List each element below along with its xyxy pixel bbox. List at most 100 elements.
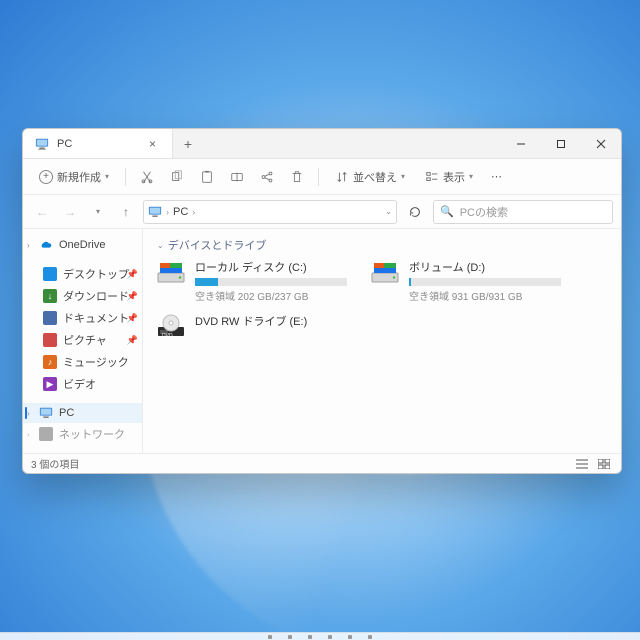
search-box[interactable]: 🔍 PCの検索 <box>433 200 613 224</box>
capacity-bar <box>409 278 561 286</box>
dvd-drive-icon: DVD <box>157 313 187 339</box>
delete-button[interactable] <box>284 166 310 188</box>
toolbar: + 新規作成 ▾ 並べ替え ▾ 表示 ▾ ⋯ <box>23 159 621 195</box>
view-label: 表示 <box>443 169 465 185</box>
drive-item[interactable]: ローカル ディスク (C:) 空き領域 202 GB/237 GB <box>157 259 347 303</box>
nav-label: ミュージック <box>63 354 129 370</box>
explorer-body: › OneDrive デスクトップ 📌 ↓ ダウンロード 📌 ドキュメント 📌 <box>23 229 621 453</box>
drive-free-space: 空き領域 931 GB/931 GB <box>409 288 561 303</box>
new-button[interactable]: + 新規作成 ▾ <box>31 165 117 189</box>
more-icon: ⋯ <box>491 170 502 183</box>
chevron-down-icon: ▾ <box>401 172 405 181</box>
back-button[interactable]: ← <box>31 201 53 223</box>
cut-button[interactable] <box>134 166 160 188</box>
nav-onedrive[interactable]: › OneDrive <box>23 235 142 255</box>
nav-label: ダウンロード <box>63 288 129 304</box>
window-controls <box>501 129 621 158</box>
more-button[interactable]: ⋯ <box>485 166 508 187</box>
nav-label: OneDrive <box>59 239 105 251</box>
nav-label: ピクチャ <box>63 332 107 348</box>
up-button[interactable]: ↑ <box>115 201 137 223</box>
sort-label: 並べ替え <box>353 169 397 185</box>
onedrive-icon <box>39 238 53 252</box>
status-item-count: 3 個の項目 <box>31 456 79 471</box>
chevron-right-icon: › <box>27 241 30 250</box>
music-icon: ♪ <box>43 355 57 369</box>
sort-button[interactable]: 並べ替え ▾ <box>327 165 413 189</box>
forward-button[interactable]: → <box>59 201 81 223</box>
breadcrumb-separator: › <box>192 207 195 217</box>
maximize-button[interactable] <box>541 129 581 159</box>
recent-button[interactable]: ▾ <box>87 201 109 223</box>
drive-name: DVD RW ドライブ (E:) <box>195 313 347 329</box>
new-label: 新規作成 <box>57 169 101 185</box>
view-button[interactable]: 表示 ▾ <box>417 165 481 189</box>
disk-drive-icon <box>157 259 187 285</box>
taskbar[interactable] <box>0 632 640 640</box>
documents-icon <box>43 311 57 325</box>
nav-desktop[interactable]: デスクトップ 📌 <box>23 263 142 285</box>
refresh-button[interactable] <box>403 205 427 219</box>
nav-label: ドキュメント <box>63 310 129 326</box>
chevron-right-icon: › <box>27 430 30 439</box>
plus-icon: + <box>39 170 53 184</box>
drive-item[interactable]: ボリューム (D:) 空き領域 931 GB/931 GB <box>371 259 561 303</box>
address-bar: ← → ▾ ↑ › PC › ⌄ 🔍 PCの検索 <box>23 195 621 229</box>
minimize-button[interactable] <box>501 129 541 159</box>
chevron-down-icon: ▾ <box>96 207 100 216</box>
nav-videos[interactable]: ▶ ビデオ <box>23 373 142 395</box>
breadcrumb[interactable]: › PC › ⌄ <box>143 200 397 224</box>
downloads-icon: ↓ <box>43 289 57 303</box>
svg-text:DVD: DVD <box>162 333 173 339</box>
details-view-button[interactable] <box>573 457 591 471</box>
group-header[interactable]: ⌄ デバイスとドライブ <box>157 237 607 253</box>
chevron-down-icon: ▾ <box>469 172 473 181</box>
breadcrumb-pc[interactable]: PC <box>173 206 188 218</box>
copy-button[interactable] <box>164 166 190 188</box>
nav-downloads[interactable]: ↓ ダウンロード 📌 <box>23 285 142 307</box>
explorer-window: PC × + + 新規作成 ▾ 並べ替え ▾ 表 <box>22 128 622 474</box>
pc-icon <box>148 205 162 219</box>
chevron-right-icon: › <box>27 409 30 418</box>
tab-title: PC <box>57 138 137 150</box>
chevron-down-icon: ▾ <box>105 172 109 181</box>
nav-pc[interactable]: › PC <box>23 403 142 423</box>
rename-button[interactable] <box>224 166 250 188</box>
chevron-down-icon[interactable]: ⌄ <box>385 207 392 216</box>
pin-icon: 📌 <box>127 335 138 346</box>
nav-documents[interactable]: ドキュメント 📌 <box>23 307 142 329</box>
tab-close-button[interactable]: × <box>145 137 160 151</box>
thumbnail-view-button[interactable] <box>595 457 613 471</box>
drive-name: ボリューム (D:) <box>409 259 561 275</box>
pin-icon: 📌 <box>127 269 138 280</box>
status-bar: 3 個の項目 <box>23 453 621 473</box>
drive-name: ローカル ディスク (C:) <box>195 259 347 275</box>
nav-music[interactable]: ♪ ミュージック <box>23 351 142 373</box>
pin-icon: 📌 <box>127 313 138 324</box>
new-tab-button[interactable]: + <box>173 129 203 158</box>
paste-button[interactable] <box>194 166 220 188</box>
close-window-button[interactable] <box>581 129 621 159</box>
drive-item[interactable]: DVD DVD RW ドライブ (E:) <box>157 313 347 339</box>
drive-free-space: 空き領域 202 GB/237 GB <box>195 288 347 303</box>
search-icon: 🔍 <box>440 205 454 218</box>
breadcrumb-separator: › <box>166 207 169 217</box>
pin-icon: 📌 <box>127 291 138 302</box>
view-icon <box>425 170 439 184</box>
nav-label: ビデオ <box>63 376 96 392</box>
disk-drive-icon <box>371 259 401 285</box>
share-button[interactable] <box>254 166 280 188</box>
nav-pictures[interactable]: ピクチャ 📌 <box>23 329 142 351</box>
tab-pc[interactable]: PC × <box>23 129 173 158</box>
pictures-icon <box>43 333 57 347</box>
nav-label: デスクトップ <box>63 266 129 282</box>
navigation-pane: › OneDrive デスクトップ 📌 ↓ ダウンロード 📌 ドキュメント 📌 <box>23 229 143 453</box>
nav-network[interactable]: › ネットワーク <box>23 423 142 445</box>
nav-label: ネットワーク <box>59 426 125 442</box>
capacity-bar <box>195 278 347 286</box>
nav-label: PC <box>59 407 74 419</box>
group-header-label: デバイスとドライブ <box>168 237 267 253</box>
videos-icon: ▶ <box>43 377 57 391</box>
chevron-down-icon: ⌄ <box>157 241 164 250</box>
search-placeholder: PCの検索 <box>460 204 508 220</box>
